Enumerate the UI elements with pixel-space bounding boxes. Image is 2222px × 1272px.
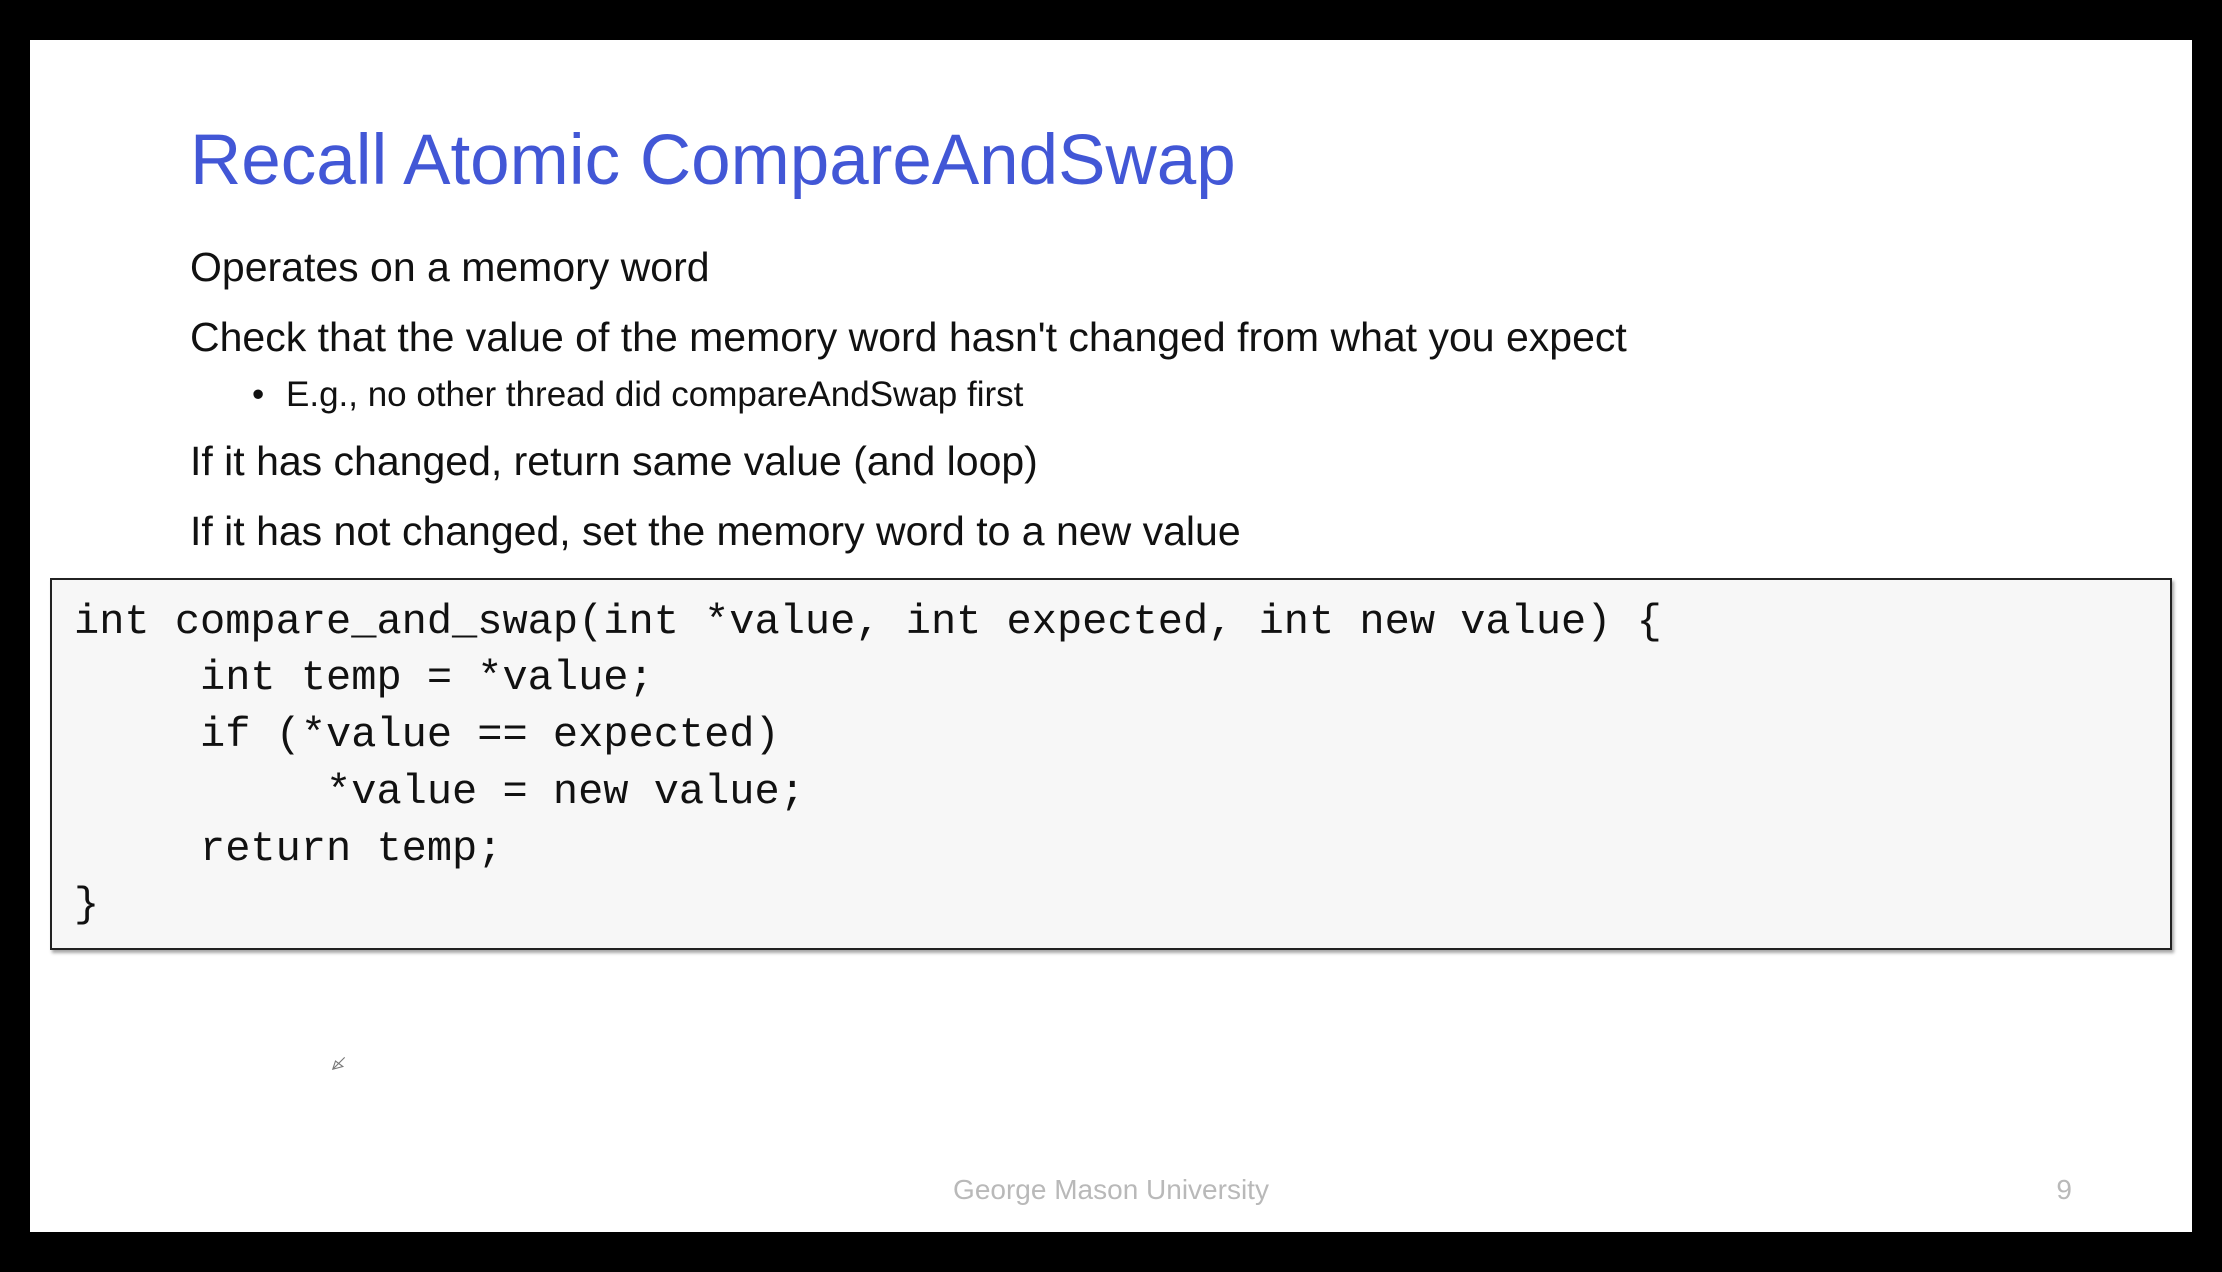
slide-footer: George Mason University 9: [30, 1174, 2192, 1206]
body-sub-bullet: E.g., no other thread did compareAndSwap…: [190, 374, 2132, 415]
body-line: If it has not changed, set the memory wo…: [190, 507, 2132, 555]
presentation-stage: Recall Atomic CompareAndSwap Operates on…: [0, 0, 2222, 1272]
slide: Recall Atomic CompareAndSwap Operates on…: [30, 40, 2192, 1232]
footer-spacer: [150, 1174, 350, 1206]
cursor-icon: [330, 1050, 352, 1072]
body-line: Check that the value of the memory word …: [190, 313, 2132, 361]
slide-container: Recall Atomic CompareAndSwap Operates on…: [30, 40, 2192, 1232]
slide-title: Recall Atomic CompareAndSwap: [30, 40, 2192, 231]
footer-page-number: 9: [1872, 1174, 2072, 1206]
footer-institution: George Mason University: [350, 1174, 1872, 1206]
body-line: If it has changed, return same value (an…: [190, 437, 2132, 485]
slide-body: Operates on a memory word Check that the…: [30, 231, 2192, 556]
body-line: Operates on a memory word: [190, 243, 2132, 291]
code-block: int compare_and_swap(int *value, int exp…: [50, 578, 2172, 950]
